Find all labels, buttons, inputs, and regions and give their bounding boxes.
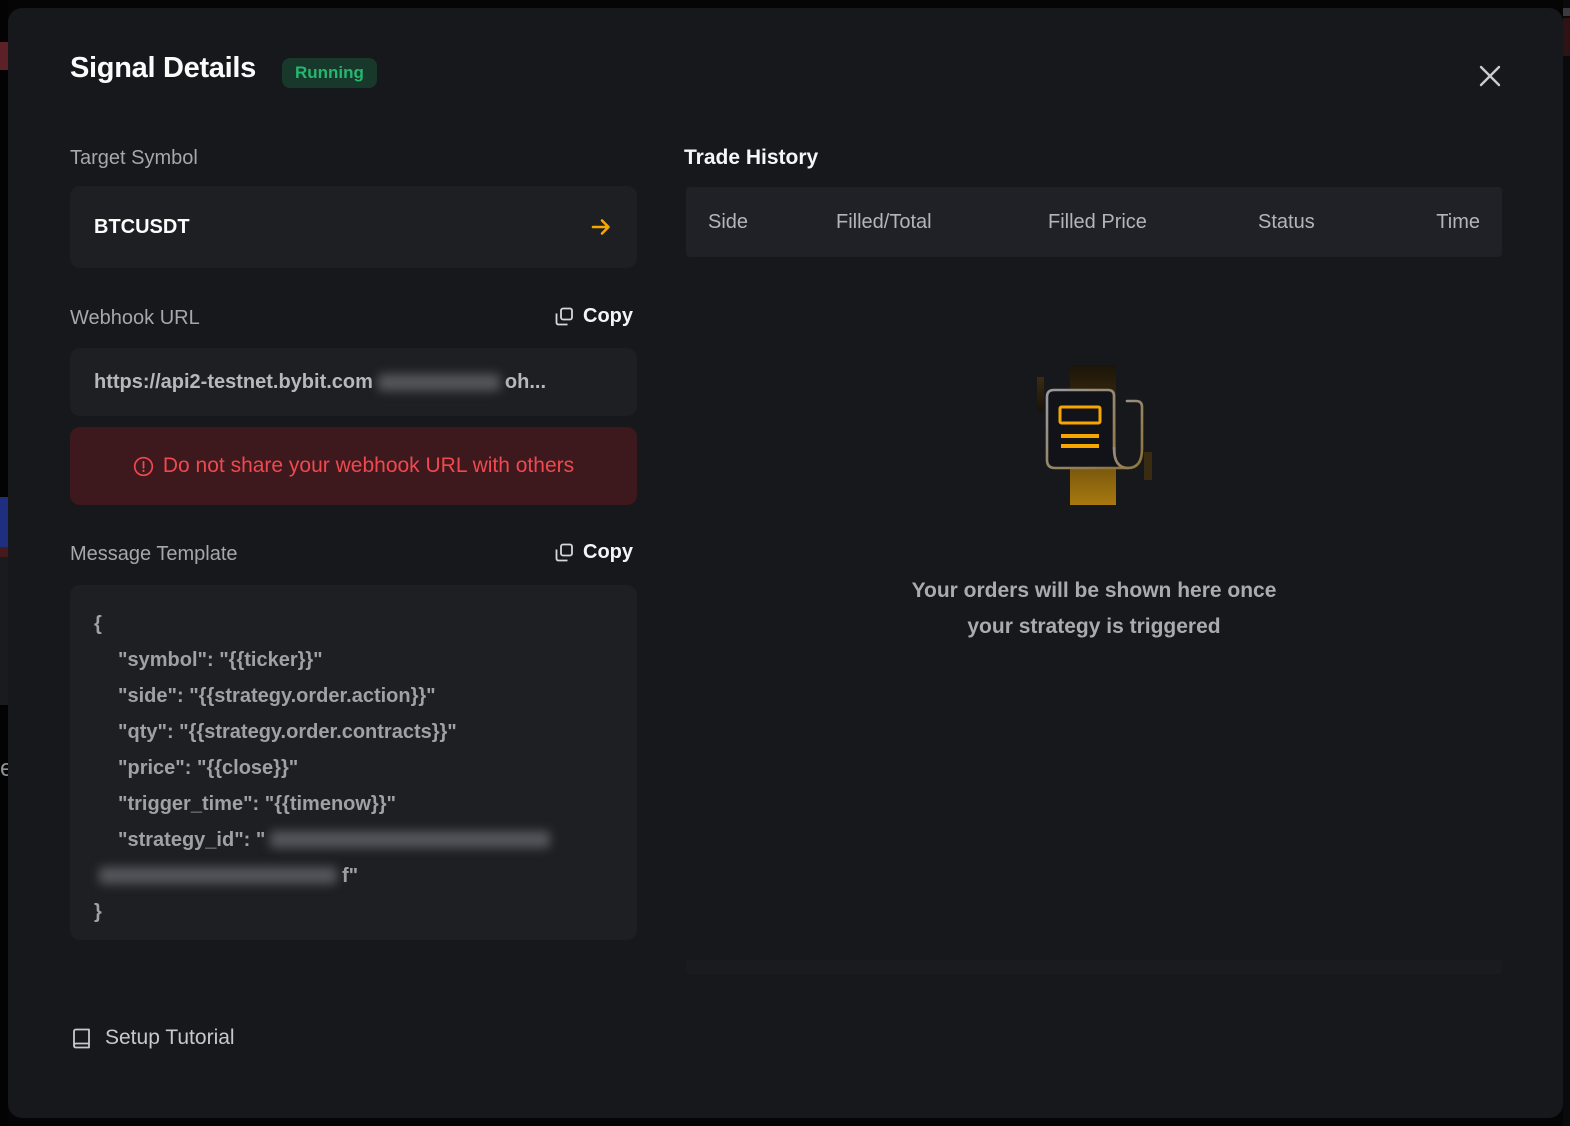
close-button[interactable] xyxy=(1468,54,1512,98)
target-symbol-label: Target Symbol xyxy=(70,147,198,170)
background-fragment xyxy=(0,497,8,547)
column-header-side: Side xyxy=(708,211,836,234)
copy-webhook-url-button[interactable]: Copy xyxy=(555,305,633,328)
target-symbol-field[interactable]: BTCUSDT xyxy=(70,186,637,268)
background-fragment xyxy=(1563,18,1570,56)
book-icon xyxy=(70,1027,93,1050)
warning-icon xyxy=(133,456,154,477)
trade-history-header-row: SideFilled/TotalFilled PriceStatusTime xyxy=(686,187,1502,257)
target-symbol-value: BTCUSDT xyxy=(94,216,190,239)
message-template-label: Message Template xyxy=(70,543,238,566)
webhook-url-field: https://api2-testnet.bybit.com oh... xyxy=(70,348,637,416)
copy-icon xyxy=(555,543,574,562)
copy-label: Copy xyxy=(583,541,633,564)
code-line: "side": "{{strategy.order.action}}" xyxy=(94,678,613,714)
code-line: f" xyxy=(94,858,613,894)
webhook-url-label: Webhook URL xyxy=(70,307,200,330)
background-fragment xyxy=(0,557,8,705)
copy-message-template-button[interactable]: Copy xyxy=(555,541,633,564)
background-fragment xyxy=(0,42,8,70)
empty-orders-illustration xyxy=(1030,355,1154,510)
code-line: "symbol": "{{ticker}}" xyxy=(94,642,613,678)
column-header-filled-price: Filled Price xyxy=(1048,211,1258,234)
page-title: Signal Details xyxy=(70,52,256,85)
code-line: } xyxy=(94,894,613,930)
code-line: "price": "{{close}}" xyxy=(94,750,613,786)
arrow-right-icon xyxy=(589,215,613,239)
redacted-text xyxy=(270,831,550,848)
setup-tutorial-label: Setup Tutorial xyxy=(105,1026,235,1050)
warning-text: Do not share your webhook URL with other… xyxy=(163,454,574,478)
column-header-status: Status xyxy=(1258,211,1428,234)
column-header-time: Time xyxy=(1428,211,1480,234)
close-icon xyxy=(1477,63,1503,89)
webhook-url-suffix: oh... xyxy=(505,371,546,394)
setup-tutorial-link[interactable]: Setup Tutorial xyxy=(70,1026,235,1050)
webhook-url-text: https://api2-testnet.bybit.com xyxy=(94,371,373,394)
code-line: "trigger_time": "{{timenow}}" xyxy=(94,786,613,822)
background-fragment-letter: e xyxy=(0,755,8,783)
message-template-code: {"symbol": "{{ticker}}""side": "{{strate… xyxy=(70,585,637,940)
background-fragment xyxy=(1563,8,1570,16)
background-page-edge-left: e xyxy=(0,0,8,1126)
background-fragment xyxy=(0,547,8,557)
trade-history-footer-stripe xyxy=(686,960,1502,974)
empty-orders-message: Your orders will be shown here once your… xyxy=(686,573,1502,645)
trade-history-title: Trade History xyxy=(684,146,818,170)
column-header-filled-total: Filled/Total xyxy=(836,211,1048,234)
signal-details-modal: Signal Details Running Target Symbol BTC… xyxy=(8,8,1563,1118)
redacted-url-segment xyxy=(378,374,500,391)
empty-orders-line2: your strategy is triggered xyxy=(686,609,1502,645)
code-line: "qty": "{{strategy.order.contracts}}" xyxy=(94,714,613,750)
copy-icon xyxy=(555,307,574,326)
empty-orders-line1: Your orders will be shown here once xyxy=(686,573,1502,609)
status-badge: Running xyxy=(282,58,377,88)
background-page-edge-right xyxy=(1563,0,1570,1126)
code-line: { xyxy=(94,606,613,642)
copy-label: Copy xyxy=(583,305,633,328)
code-line: "strategy_id": " xyxy=(94,822,613,858)
page-backdrop: e Signal Details Running Target Symbol B… xyxy=(0,0,1570,1126)
redacted-text xyxy=(99,867,337,884)
webhook-warning-banner: Do not share your webhook URL with other… xyxy=(70,427,637,505)
